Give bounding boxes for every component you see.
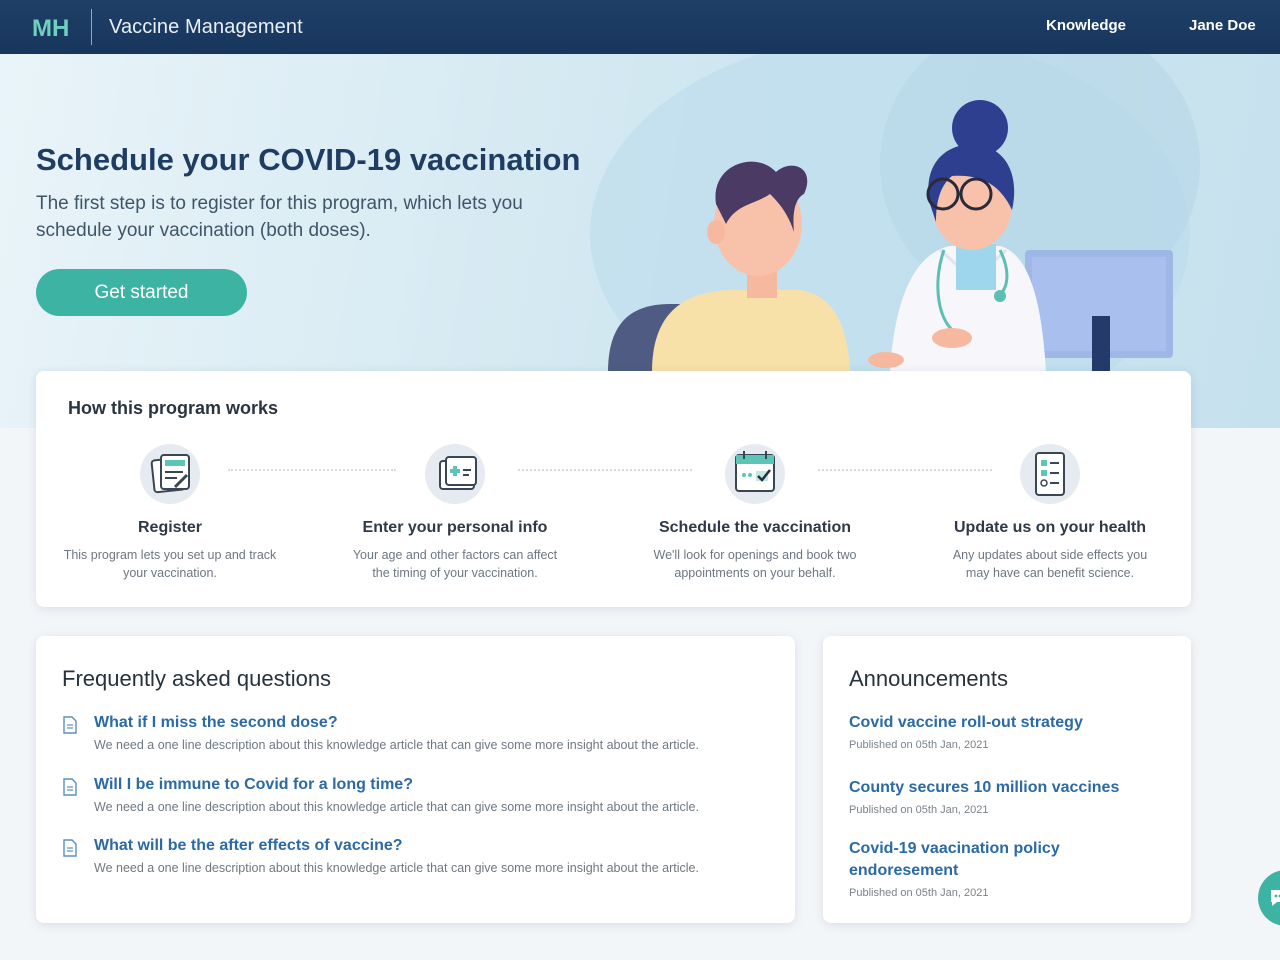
step-description: We'll look for openings and book two app… <box>653 548 857 580</box>
top-navigation-bar: MH Vaccine Management Knowledge Jane Doe <box>0 0 1280 54</box>
announcement-item: County secures 10 million vaccines Publi… <box>849 777 1149 816</box>
step-personal-info: Enter your personal info Your age and ot… <box>325 443 585 582</box>
hero-title: Schedule your COVID-19 vaccination <box>36 142 581 177</box>
mh-logo[interactable]: MH <box>32 12 74 42</box>
announcement-link[interactable]: Covid vaccine roll-out strategy <box>849 712 1149 734</box>
faq-description: We need a one line description about thi… <box>94 800 699 814</box>
svg-text:MH: MH <box>32 15 69 42</box>
chat-bubble-icon <box>1271 890 1280 906</box>
faq-description: We need a one line description about thi… <box>94 738 699 752</box>
app-title: Vaccine Management <box>109 15 303 38</box>
announcement-date: Published on 05th Jan, 2021 <box>849 804 989 816</box>
step-title: Register <box>137 519 203 536</box>
get-started-button[interactable]: Get started <box>36 269 247 316</box>
document-icon <box>63 778 77 796</box>
announcement-date: Published on 05th Jan, 2021 <box>849 887 989 899</box>
announcement-item: Covid-19 vaacination policy endoresement… <box>849 838 1089 899</box>
faq-item: Will I be immune to Covid for a long tim… <box>62 776 762 814</box>
faq-card: Frequently asked questions What if I mis… <box>36 636 795 923</box>
step-title: Enter your personal info <box>362 519 548 536</box>
calendar-check-icon <box>724 443 786 505</box>
how-program-works-title: How this program works <box>68 398 279 418</box>
step-schedule: Schedule the vaccination We'll look for … <box>625 443 885 582</box>
document-icon <box>63 839 77 857</box>
how-program-works-card: How this program works Register This pro… <box>36 371 1191 607</box>
user-menu[interactable]: Jane Doe <box>1189 17 1256 34</box>
faq-item: What will be the after effects of vaccin… <box>62 837 762 875</box>
faq-description: We need a one line description about thi… <box>94 861 699 875</box>
step-description: Your age and other factors can affect th… <box>352 548 558 580</box>
medical-folder-icon <box>424 443 486 505</box>
document-icon <box>63 716 77 734</box>
register-form-icon <box>139 443 201 505</box>
nav-knowledge-link[interactable]: Knowledge <box>1046 17 1126 34</box>
step-title: Update us on your health <box>953 519 1146 536</box>
step-register: Register This program lets you set up an… <box>40 443 300 582</box>
step-description: This program lets you set up and track y… <box>63 548 277 580</box>
step-update-health: Update us on your health Any updates abo… <box>920 443 1180 582</box>
faq-item: What if I miss the second dose? We need … <box>62 714 762 752</box>
announcement-item: Covid vaccine roll-out strategy Publishe… <box>849 712 1149 751</box>
faq-question-link[interactable]: What will be the after effects of vaccin… <box>94 837 762 855</box>
announcement-date: Published on 05th Jan, 2021 <box>849 739 989 751</box>
announcements-card: Announcements Covid vaccine roll-out str… <box>823 636 1191 923</box>
health-checklist-icon <box>1019 443 1081 505</box>
announcements-title: Announcements <box>849 666 1008 691</box>
hero-subtitle: The first step is to register for this p… <box>36 193 523 241</box>
faq-question-link[interactable]: What if I miss the second dose? <box>94 714 762 732</box>
brand-divider <box>91 9 92 45</box>
step-description: Any updates about side effects you may h… <box>952 548 1148 580</box>
chat-button[interactable] <box>1258 870 1280 926</box>
faq-question-link[interactable]: Will I be immune to Covid for a long tim… <box>94 776 762 794</box>
announcement-link[interactable]: County secures 10 million vaccines <box>849 777 1149 799</box>
faq-title: Frequently asked questions <box>62 666 332 691</box>
announcement-link[interactable]: Covid-19 vaacination policy endoresement <box>849 838 1089 882</box>
step-title: Schedule the vaccination <box>658 519 852 536</box>
